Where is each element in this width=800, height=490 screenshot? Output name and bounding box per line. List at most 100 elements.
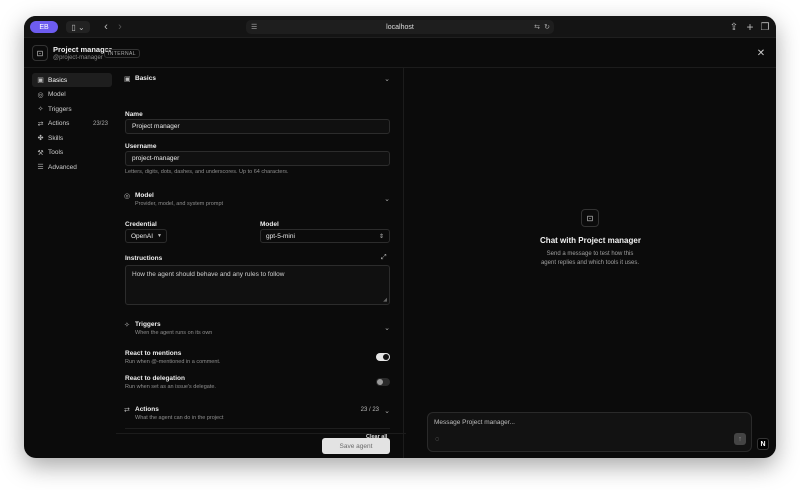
chat-subtitle: Send a message to test how this agent re… [540,251,640,266]
chevron-down-icon[interactable]: ⌄ [384,195,390,203]
tab-overview-icon[interactable]: ❐ [759,21,771,33]
nav-item-model[interactable]: ◎ Model [32,88,112,102]
loading-spinner-icon: ◌ [435,436,440,443]
nav-item-label: Triggers [48,105,72,113]
username-label: Username [125,143,157,150]
nav-item-triggers[interactable]: ✧ Triggers [32,102,112,116]
nav-item-label: Actions [48,120,70,127]
reload-icon[interactable]: ↻ [544,23,550,31]
switch-knob [383,354,389,360]
cpu-icon: ◎ [124,193,131,200]
puzzle-icon: ✤ [37,135,44,142]
section-title: Triggers [135,321,161,328]
section-title: Basics [135,75,156,82]
chat-title: Chat with Project manager [540,236,641,245]
section-subtitle: What the agent can do in the project [135,415,224,421]
resize-handle-icon[interactable]: ◢ [383,297,387,303]
nav-item-tools[interactable]: ⚒ Tools [32,146,112,160]
triggers-section-header[interactable]: ✧ Triggers When the agent runs on its ow… [124,321,390,339]
section-subtitle: Provider, model, and system prompt [135,201,224,207]
basics-section-header[interactable]: ▣ Basics ⌄ [124,75,390,85]
instructions-placeholder: How the agent should behave and any rule… [132,271,285,278]
section-title: Model [135,192,154,199]
chevron-down-icon: ▼ [157,233,162,239]
sparkle-icon: ✧ [37,106,44,113]
instructions-label: Instructions [125,255,163,262]
credential-label: Credential [125,221,157,228]
expand-icon[interactable]: ⤢ [381,254,387,262]
delegation-toggle-title: React to delegation [125,375,185,382]
credential-select[interactable]: OpenAI ▼ [125,229,167,243]
forward-arrow-icon[interactable]: › [114,21,126,33]
message-composer[interactable]: Message Project manager... ◌ ↑ [427,412,752,452]
section-nav: ▣ Basics ◎ Model ✧ Triggers ⇄ Actions 23… [32,73,112,175]
chevron-down-icon[interactable]: ⌄ [384,407,390,415]
internal-badge: INTERNAL [104,49,140,58]
n-logo-icon: N [757,438,769,450]
save-agent-button[interactable]: Save agent [322,438,390,454]
name-label: Name [125,111,143,118]
model-section-header[interactable]: ◎ Model Provider, model, and system prom… [124,192,390,210]
nav-item-actions[interactable]: ⇄ Actions 23/23 [32,117,112,131]
actions-section-header[interactable]: ⇄ Actions What the agent can do in the p… [124,406,390,424]
model-select[interactable]: gpt-5-mini ⇕ [260,229,390,243]
sliders-icon: ⇄ [124,407,130,414]
actions-count: 23 / 23 [360,407,379,413]
app-window: EB ▯ ⌄ ‹ › ☰ localhost ⇆ ↻ ⇪ + ❐ ⊡ Proje… [24,16,776,458]
translate-icon[interactable]: ⇆ [534,23,540,31]
back-arrow-icon[interactable]: ‹ [100,21,112,33]
agent-form: ▣ Basics ⌄ Name Project manager Username… [116,68,406,458]
page-settings-icon[interactable]: ☰ [251,23,257,31]
nav-item-basics[interactable]: ▣ Basics [32,73,112,87]
username-input[interactable]: project-manager [125,151,390,166]
delegation-toggle-sub: Run when set as an issue's delegate. [125,384,216,390]
section-title: Actions [135,406,159,413]
nav-item-skills[interactable]: ✤ Skills [32,131,112,145]
id-card-icon: ▣ [37,77,44,84]
agent-handle: @project-manager [53,55,103,61]
agent-name: Project manager [53,45,112,54]
cpu-icon: ◎ [37,91,44,99]
switch-knob [377,379,383,385]
sidebar-toggle-icon[interactable]: ▯ ⌄ [66,21,90,33]
message-input[interactable]: Message Project manager... [434,419,515,426]
nav-item-label: Model [48,91,66,98]
profile-button[interactable]: EB [30,21,58,33]
agent-header: ⊡ Project manager @project-manager INTER… [24,38,776,68]
chat-pane: ⊡ Chat with Project manager Send a messa… [403,68,776,458]
actions-count: 23/23 [92,120,108,127]
mentions-toggle-sub: Run when @-mentioned in a comment. [125,359,221,365]
close-icon[interactable]: ✕ [755,47,767,59]
browser-toolbar: EB ▯ ⌄ ‹ › ☰ localhost ⇆ ↻ ⇪ + ❐ [24,16,776,38]
nav-item-label: Tools [48,149,64,156]
robot-icon: ⊡ [32,45,48,61]
delegation-switch[interactable] [376,378,390,386]
id-card-icon: ▣ [124,76,131,83]
robot-icon: ⊡ [581,209,599,227]
sliders-icon: ⇄ [37,120,44,128]
chevron-down-icon[interactable]: ⌄ [384,75,390,83]
credential-value: OpenAI [131,232,154,240]
wrench-icon: ⚒ [37,149,44,157]
nav-item-label: Skills [48,134,64,142]
name-input[interactable]: Project manager [125,119,390,134]
address-text: localhost [386,23,414,31]
username-help: Letters, digits, dots, dashes, and under… [125,169,289,175]
list-icon: ☰ [37,164,44,171]
mentions-switch[interactable] [376,353,390,361]
send-arrow-icon[interactable]: ↑ [734,433,746,445]
mentions-toggle-title: React to mentions [125,350,182,357]
section-divider [125,428,390,429]
section-subtitle: When the agent runs on its own [135,330,213,336]
chevron-updown-icon: ⇕ [378,233,384,240]
share-icon[interactable]: ⇪ [728,21,740,33]
nav-item-label: Basics [48,76,68,84]
footer-divider [116,433,406,434]
sparkle-icon: ✧ [124,322,130,329]
instructions-textarea[interactable]: How the agent should behave and any rule… [125,265,390,305]
nav-item-advanced[interactable]: ☰ Advanced [32,160,112,174]
new-tab-icon[interactable]: + [744,20,756,34]
model-label: Model [260,221,279,228]
chevron-down-icon[interactable]: ⌄ [384,324,390,332]
address-bar[interactable]: ☰ localhost ⇆ ↻ [246,20,554,34]
